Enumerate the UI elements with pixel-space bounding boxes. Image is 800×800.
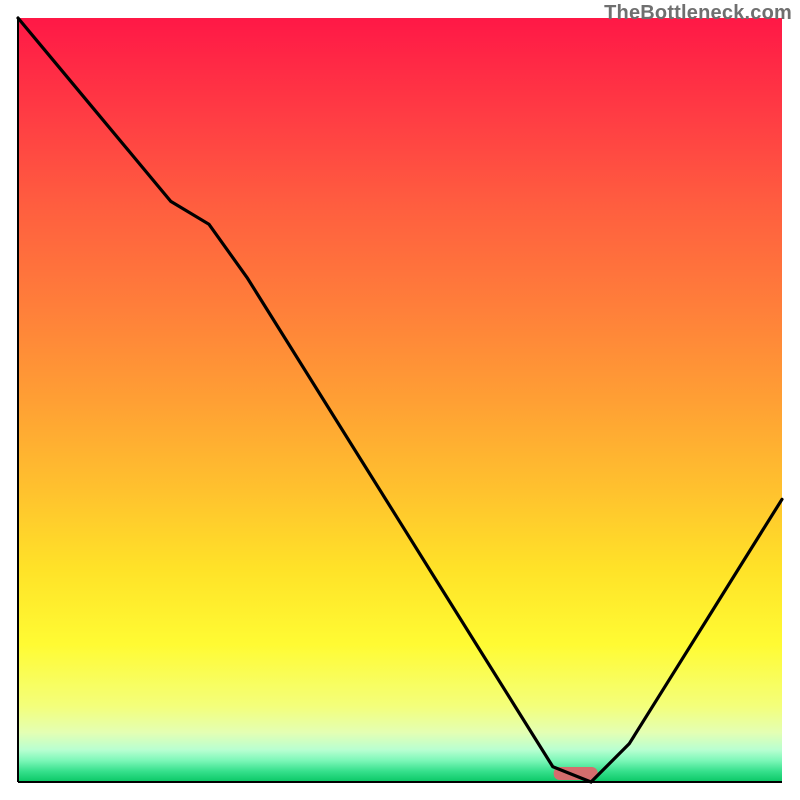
watermark-text: TheBottleneck.com bbox=[604, 2, 792, 25]
bottleneck-chart bbox=[0, 0, 800, 800]
plot-background bbox=[18, 18, 782, 782]
